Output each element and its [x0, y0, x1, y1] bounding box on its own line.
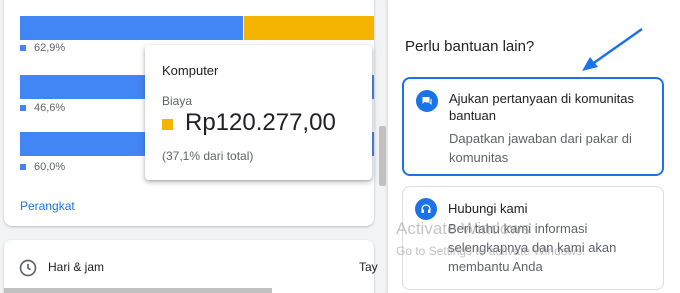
percent-label: 62,9%	[34, 42, 66, 54]
bar-row-2-percent: 46,6%	[20, 102, 65, 114]
help-panel: Perlu bantuan lain? Ajukan pertanyaan di…	[388, 0, 680, 293]
day-time-card[interactable]: Hari & jam Tay	[4, 240, 378, 293]
clock-icon	[19, 259, 37, 277]
bar-row-3-percent: 60,0%	[20, 161, 65, 173]
bar-segment[interactable]	[20, 16, 243, 40]
bar-row-1[interactable]	[20, 16, 374, 40]
bar-segment[interactable]	[243, 16, 374, 40]
percent-label: 46,6%	[34, 102, 66, 114]
day-time-label: Hari & jam	[48, 260, 105, 274]
vertical-scrollbar-thumb[interactable]	[379, 126, 386, 186]
truncated-column-label: Tay	[359, 260, 378, 274]
community-help-option[interactable]: Ajukan pertanyaan di komunitas bantuan D…	[402, 77, 664, 176]
option-title: Ajukan pertanyaan di komunitas bantuan	[449, 91, 635, 123]
tooltip-title: Komputer	[162, 63, 219, 78]
tooltip-swatch	[162, 119, 173, 130]
option-description: Beri tahu kami informasi selengkapnya da…	[448, 221, 617, 274]
contact-us-option[interactable]: Hubungi kami Beri tahu kami informasi se…	[402, 186, 664, 290]
chart-tooltip: Komputer Biaya Rp120.277,00 (37,1% dari …	[145, 45, 372, 180]
tooltip-share: (37,1% dari total)	[162, 149, 254, 163]
option-description: Dapatkan jawaban dari pakar di komunitas	[449, 131, 632, 165]
horizontal-scrollbar[interactable]	[4, 288, 272, 293]
bar-row-1-percent: 62,9%	[20, 42, 65, 54]
percent-label: 60,0%	[34, 161, 66, 173]
chat-icon	[416, 90, 438, 112]
arrow-annotation-icon	[582, 27, 643, 71]
tooltip-value: Rp120.277,00	[185, 109, 336, 136]
legend-swatch	[20, 45, 26, 51]
legend-swatch	[20, 164, 26, 170]
device-link[interactable]: Perangkat	[20, 199, 75, 213]
option-title: Hubungi kami	[448, 201, 528, 216]
legend-swatch	[20, 105, 26, 111]
help-title: Perlu bantuan lain?	[405, 38, 535, 55]
tooltip-metric-label: Biaya	[162, 94, 193, 108]
headset-icon	[415, 198, 437, 220]
